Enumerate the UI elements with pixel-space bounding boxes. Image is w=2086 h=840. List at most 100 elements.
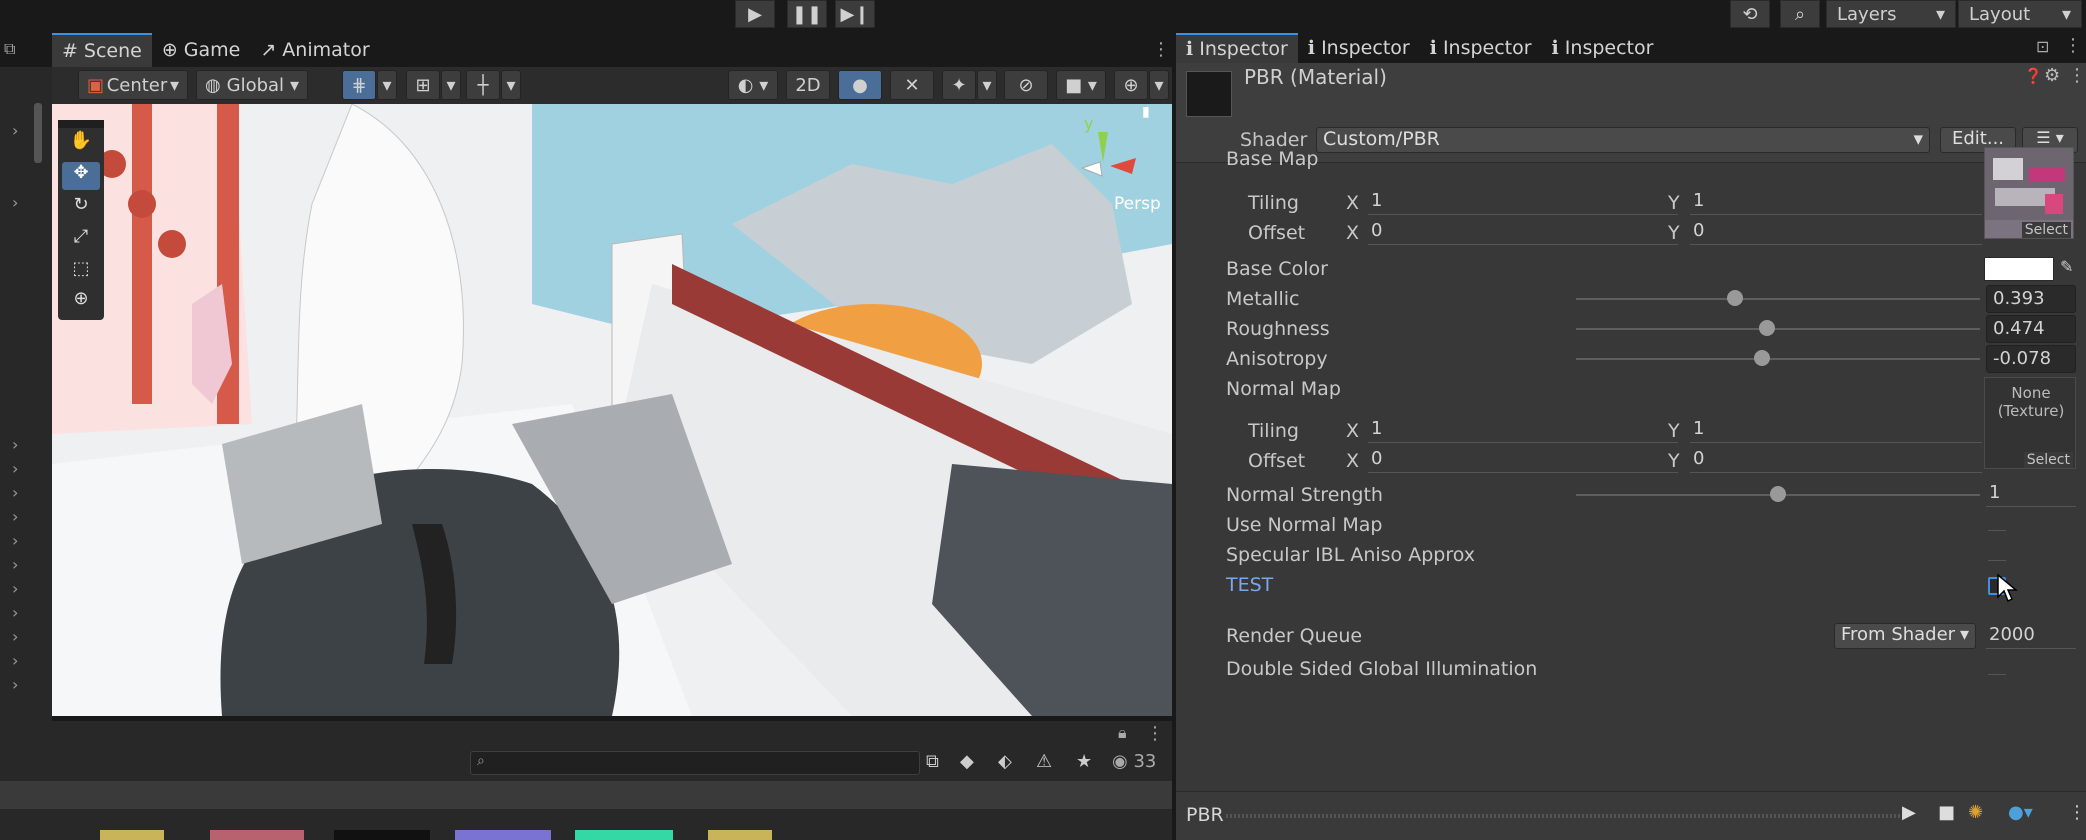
- metallic-slider-knob[interactable]: [1726, 290, 1743, 306]
- roughness-slider-track[interactable]: [1576, 328, 1980, 330]
- normal-map-offset-x-field[interactable]: 0: [1368, 447, 1678, 473]
- kebab-menu-icon[interactable]: ⋮: [2064, 35, 2082, 56]
- transform-tool-button[interactable]: ⊕: [62, 288, 100, 316]
- help-icon[interactable]: ❓: [2024, 67, 2043, 85]
- stop-icon[interactable]: ■: [1938, 802, 1955, 823]
- render-queue-dropdown[interactable]: From Shader ▾: [1834, 623, 1976, 649]
- sphere-icon[interactable]: ●▾: [2008, 802, 2033, 823]
- expand-arrow-icon[interactable]: ›: [12, 193, 18, 212]
- gizmos-dropdown[interactable]: ▾: [1149, 70, 1169, 100]
- hierarchy-scrollbar[interactable]: [34, 103, 42, 163]
- kebab-menu-icon[interactable]: ⋮: [1152, 39, 1170, 60]
- tab-inspector-2[interactable]: ℹ Inspector: [1298, 33, 1420, 63]
- expand-arrow-icon[interactable]: ›: [12, 121, 18, 140]
- select-label[interactable]: Select: [2023, 452, 2073, 468]
- play-button[interactable]: ▶: [735, 0, 775, 28]
- base-map-texture-slot[interactable]: Select: [1984, 147, 2074, 239]
- project-search-input[interactable]: ⌕: [470, 751, 920, 775]
- anisotropy-slider-track[interactable]: [1576, 358, 1980, 360]
- normal-map-offset-y-field[interactable]: 0: [1690, 447, 1982, 473]
- rect-tool-button[interactable]: ⬚: [62, 258, 100, 286]
- scene-viewport[interactable]: ✋ ✥ ↻ ⤢ ⬚ ⊕ y Persp ▮: [52, 104, 1172, 716]
- expand-arrow-icon[interactable]: ›: [12, 579, 18, 598]
- tab-inspector-4[interactable]: ℹ Inspector: [1542, 33, 1664, 63]
- expand-arrow-icon[interactable]: ›: [12, 651, 18, 670]
- anisotropy-slider-knob[interactable]: [1754, 350, 1771, 366]
- visibility-count[interactable]: ◉ 33: [1112, 751, 1156, 772]
- warning-icon[interactable]: ⚠: [1036, 751, 1052, 772]
- increment-snap-dropdown[interactable]: ▾: [501, 70, 521, 100]
- audio-toggle[interactable]: ✕: [890, 70, 934, 100]
- scale-tool-button[interactable]: ⤢: [62, 226, 100, 254]
- normal-map-tiling-x-field[interactable]: 1: [1368, 417, 1678, 443]
- history-button[interactable]: ⟲: [1730, 0, 1770, 28]
- eyedropper-icon[interactable]: ✎: [2060, 257, 2073, 276]
- roughness-value-field[interactable]: 0.474: [1986, 315, 2076, 343]
- base-map-tiling-y-field[interactable]: 1: [1690, 189, 1982, 215]
- asset-thumbnail[interactable]: [334, 830, 430, 840]
- star-icon[interactable]: ★: [1076, 751, 1092, 772]
- tag-icon[interactable]: ⬖: [998, 751, 1012, 772]
- tab-animator[interactable]: ↗ Animator: [250, 33, 379, 67]
- effects-dropdown[interactable]: ▾: [977, 70, 997, 100]
- normal-map-texture-slot[interactable]: None (Texture) Select: [1984, 377, 2076, 469]
- snap-grid-button[interactable]: ⋕: [342, 70, 376, 100]
- tool-palette-handle[interactable]: [58, 120, 104, 128]
- anisotropy-value-field[interactable]: -0.078: [1986, 345, 2076, 373]
- increment-snap-button[interactable]: ┼: [466, 70, 500, 100]
- filter-shape-icon[interactable]: ◆: [960, 751, 974, 772]
- kebab-menu-icon[interactable]: ⋮: [1146, 723, 1164, 744]
- space-dropdown[interactable]: ◍ Global ▾: [196, 70, 308, 100]
- pause-button[interactable]: ❚❚: [787, 0, 827, 28]
- roughness-slider-knob[interactable]: [1759, 320, 1776, 336]
- select-label[interactable]: Select: [2021, 222, 2071, 238]
- base-color-swatch[interactable]: [1984, 257, 2054, 281]
- base-map-tiling-x-field[interactable]: 1: [1368, 189, 1678, 215]
- expand-arrow-icon[interactable]: ›: [12, 483, 18, 502]
- gizmos-button[interactable]: ⊕: [1114, 70, 1148, 100]
- normal-strength-value-field[interactable]: 1: [1986, 481, 2076, 507]
- normal-map-tiling-y-field[interactable]: 1: [1690, 417, 1982, 443]
- normal-strength-slider-knob[interactable]: [1770, 486, 1786, 502]
- snap-grid-dropdown[interactable]: ▾: [377, 70, 397, 100]
- tab-scene[interactable]: # Scene: [52, 33, 152, 67]
- lighting-toggle[interactable]: ●: [838, 70, 882, 100]
- asset-thumbnail[interactable]: [455, 830, 551, 840]
- light-icon[interactable]: ✺: [1968, 802, 1983, 823]
- kebab-menu-icon[interactable]: ⋮: [2068, 65, 2086, 86]
- layout-dropdown[interactable]: Layout ▾: [1958, 0, 2082, 28]
- double-sided-gi-checkbox[interactable]: [1988, 657, 2006, 675]
- hidden-objects-toggle[interactable]: ⊘: [1004, 70, 1048, 100]
- asset-thumbnail[interactable]: [210, 830, 304, 840]
- move-tool-button[interactable]: ✥: [62, 162, 100, 190]
- lock-icon[interactable]: 🔒︎: [1118, 723, 1127, 743]
- use-normal-map-checkbox[interactable]: [1988, 513, 2006, 531]
- expand-arrow-icon[interactable]: ›: [12, 603, 18, 622]
- tab-inspector-3[interactable]: ℹ Inspector: [1420, 33, 1542, 63]
- search-button[interactable]: ⌕: [1780, 0, 1820, 28]
- tab-game[interactable]: ⊕ Game: [152, 33, 251, 67]
- expand-arrow-icon[interactable]: ›: [12, 507, 18, 526]
- lock-icon[interactable]: ▮: [1142, 104, 1150, 120]
- preview-drag-handle[interactable]: [1226, 814, 1906, 818]
- filter-type-icon[interactable]: ⧉: [926, 751, 939, 772]
- expand-arrow-icon[interactable]: ›: [12, 627, 18, 646]
- grid-toggle-dropdown[interactable]: ▾: [441, 70, 461, 100]
- expand-arrow-icon[interactable]: ›: [12, 435, 18, 454]
- effects-toggle[interactable]: ✦: [942, 70, 976, 100]
- render-queue-value-field[interactable]: 2000: [1986, 623, 2076, 649]
- pivot-dropdown[interactable]: ▣ Center ▾: [78, 70, 188, 100]
- play-icon[interactable]: ▶: [1902, 802, 1916, 823]
- rotate-tool-button[interactable]: ↻: [62, 194, 100, 222]
- base-map-offset-y-field[interactable]: 0: [1690, 219, 1982, 245]
- kebab-menu-icon[interactable]: ⋮: [2068, 802, 2086, 823]
- metallic-slider-track[interactable]: [1576, 298, 1980, 300]
- folder-thumbnail[interactable]: [100, 830, 164, 840]
- step-button[interactable]: ▶❙: [835, 0, 875, 28]
- metallic-value-field[interactable]: 0.393: [1986, 285, 2076, 313]
- expand-arrow-icon[interactable]: ›: [12, 555, 18, 574]
- draw-mode-dropdown[interactable]: ◐ ▾: [728, 70, 778, 100]
- expand-arrow-icon[interactable]: ›: [12, 531, 18, 550]
- orientation-gizmo[interactable]: y Persp: [1052, 114, 1162, 234]
- base-map-offset-x-field[interactable]: 0: [1368, 219, 1678, 245]
